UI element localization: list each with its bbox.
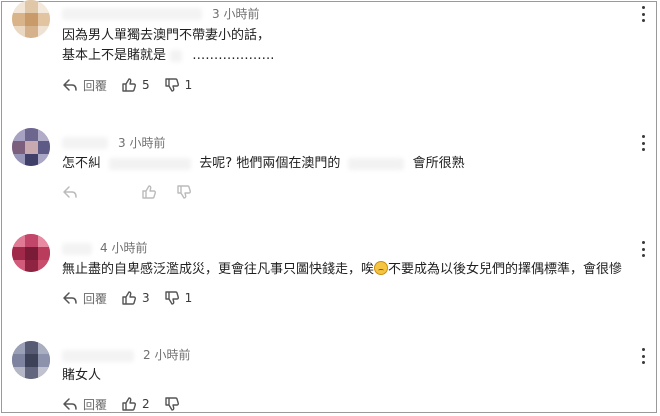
like-count: 3 xyxy=(142,291,150,305)
dislike-button[interactable] xyxy=(176,184,197,200)
comment-text-part-1: 怎不糾 xyxy=(62,156,102,171)
thumbs-up-icon xyxy=(122,397,136,411)
reply-button[interactable]: 回覆 xyxy=(62,290,107,307)
reply-label: 回覆 xyxy=(83,397,108,412)
comment-actions: 回覆 2 xyxy=(62,394,199,414)
dislike-button[interactable]: 1 xyxy=(164,290,193,306)
thumbs-up-icon xyxy=(142,185,156,199)
avatar[interactable] xyxy=(12,341,50,379)
username-redacted[interactable] xyxy=(62,8,202,20)
redacted-text xyxy=(170,49,183,62)
username-redacted[interactable] xyxy=(62,350,134,362)
avatar[interactable] xyxy=(12,128,50,166)
comment-time: 3 小時前 xyxy=(118,136,166,150)
thumbs-down-icon xyxy=(164,78,179,92)
more-options-icon[interactable] xyxy=(640,6,646,22)
like-button[interactable]: 3 xyxy=(121,290,150,306)
comment-text-part-3: 會所很熟 xyxy=(412,156,465,171)
reply-button[interactable]: 回覆 xyxy=(62,77,107,94)
reply-icon xyxy=(63,79,77,91)
thumbs-down-icon xyxy=(164,397,179,411)
username-redacted[interactable] xyxy=(62,243,92,255)
reply-button[interactable]: 回覆 xyxy=(62,396,107,413)
comment-actions: 回覆 5 1 xyxy=(62,75,206,95)
reply-icon xyxy=(63,186,77,198)
comment-text-part-2: 去呢? 牠們兩個在澳門的 xyxy=(199,156,341,171)
redacted-text xyxy=(109,157,192,170)
comment-actions xyxy=(62,182,211,202)
reply-icon xyxy=(63,398,77,410)
comment-text-line-2-tail: ………………. xyxy=(192,48,275,63)
comment-time: 3 小時前 xyxy=(212,7,260,21)
dislike-button[interactable] xyxy=(164,396,185,412)
reply-label: 回覆 xyxy=(83,78,108,93)
thumbs-up-icon xyxy=(122,291,136,305)
comment-actions: 回覆 3 1 xyxy=(62,288,206,308)
comment-text: 怎不糾 去呢? 牠們兩個在澳門的 會所很熟 xyxy=(62,154,465,174)
like-button[interactable]: 5 xyxy=(121,77,150,93)
more-options-icon[interactable] xyxy=(640,348,646,364)
reply-label: 回覆 xyxy=(83,291,108,306)
thumbs-down-icon xyxy=(164,291,179,305)
comment-text-part-1: 無止盡的自卑感泛濫成災，更會往凡事只圖快錢走，唉 xyxy=(62,262,375,277)
like-count: 2 xyxy=(142,397,150,411)
comment-text-line-2-start: 基本上不是賭就是 xyxy=(62,48,167,63)
more-options-icon[interactable] xyxy=(640,241,646,257)
reply-icon xyxy=(63,292,77,304)
comment-text-line-1: 因為男人單獨去澳門不帶妻小的話， xyxy=(62,28,271,43)
dislike-count: 1 xyxy=(184,78,193,92)
more-options-icon[interactable] xyxy=(640,135,646,151)
redacted-text xyxy=(348,157,405,170)
thumbs-down-icon xyxy=(177,185,191,199)
like-button[interactable]: 2 xyxy=(121,396,150,412)
dislike-button[interactable]: 1 xyxy=(164,77,193,93)
comment-text-line-2: 基本上不是賭就是 ………………. xyxy=(62,46,274,66)
sad-face-emoji-icon xyxy=(374,261,389,275)
comment-text: 賭女人 xyxy=(62,368,102,383)
avatar[interactable] xyxy=(12,234,50,272)
comment-text-part-2: 不要成為以後女兒們的擇偶標準，會很慘 xyxy=(388,262,623,277)
reply-button[interactable] xyxy=(62,184,83,200)
like-count: 5 xyxy=(142,78,150,92)
avatar[interactable] xyxy=(12,0,50,38)
dislike-count: 1 xyxy=(184,291,193,305)
thumbs-up-icon xyxy=(122,78,136,92)
comment-time: 4 小時前 xyxy=(100,241,148,255)
username-redacted[interactable] xyxy=(62,137,108,149)
comment-time: 2 小時前 xyxy=(143,348,191,362)
like-button[interactable] xyxy=(141,184,162,200)
comment-text: 無止盡的自卑感泛濫成災，更會往凡事只圖快錢走，唉 不要成為以後女兒們的擇偶標準，會… xyxy=(62,260,622,280)
